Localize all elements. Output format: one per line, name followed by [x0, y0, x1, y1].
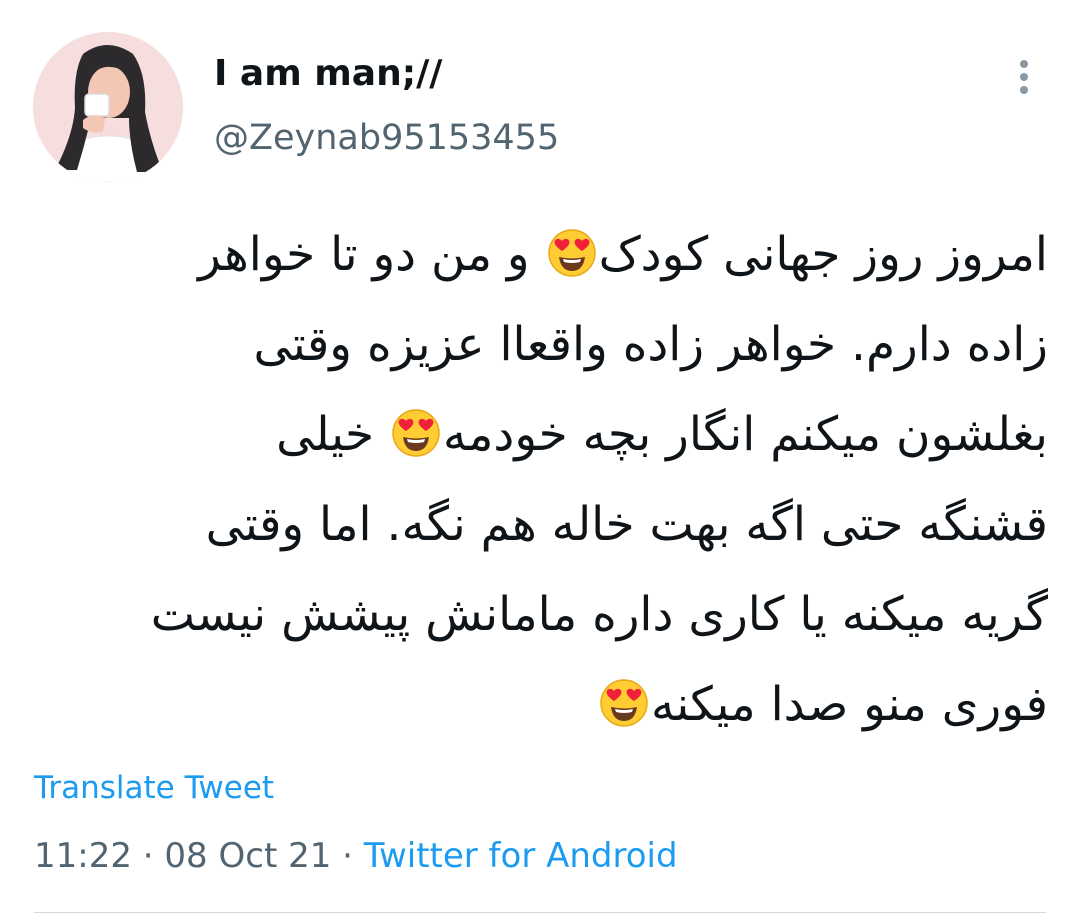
more-vertical-icon	[1020, 60, 1028, 68]
tweet-text-run: خیلی	[276, 407, 390, 462]
tweet-text: امروز روز جهانی کودک و من دو تا خواهر زاد…	[40, 210, 1048, 750]
tweet-text-line: زاده دارم. خواهر زاده واقعاا عزیزه وقتی	[40, 300, 1048, 390]
tweet-metadata: 11:22 · 08 Oct 21 · Twitter for Android	[34, 832, 678, 880]
tweet-time[interactable]: 11:22	[34, 836, 132, 876]
tweet-text-line: بغلشون میکنم انگار بچه خودمه خیلی	[40, 390, 1048, 480]
tweet-text-line: امروز روز جهانی کودک و من دو تا خواهر	[40, 210, 1048, 300]
tweet-text-run: فوری منو صدا میکنه	[650, 677, 1048, 732]
tweet-text-line: قشنگه حتی اگه بهت خاله هم نگه. اما وقتی	[40, 480, 1048, 570]
translate-tweet-link[interactable]: Translate Tweet	[34, 766, 274, 810]
tweet-date[interactable]: 08 Oct 21	[164, 836, 331, 876]
divider	[34, 912, 1046, 913]
heart-eyes-emoji-icon	[547, 218, 597, 277]
meta-separator: ·	[331, 836, 364, 876]
tweet-text-line: فوری منو صدا میکنه	[40, 660, 1048, 750]
avatar[interactable]	[33, 32, 183, 182]
tweet-text-run: امروز روز جهانی کودک	[598, 227, 1048, 282]
tweet-text-run: قشنگه حتی اگه بهت خاله هم نگه. اما وقتی	[205, 497, 1048, 552]
display-name[interactable]: I am man;//	[214, 50, 442, 98]
heart-eyes-emoji-icon	[599, 668, 649, 727]
heart-eyes-emoji-icon	[391, 398, 441, 457]
tweet-text-line: گریه میکنه یا کاری داره مامانش پیشش نیست	[40, 570, 1048, 660]
tweet-text-run: و من دو تا خواهر	[198, 227, 545, 282]
more-options-button[interactable]	[1004, 56, 1044, 98]
tweet-source-link[interactable]: Twitter for Android	[364, 836, 678, 876]
tweet-text-run: بغلشون میکنم انگار بچه خودمه	[443, 407, 1048, 462]
tweet-text-run: گریه میکنه یا کاری داره مامانش پیشش نیست	[150, 587, 1048, 642]
meta-separator: ·	[131, 836, 165, 876]
tweet-text-run: زاده دارم. خواهر زاده واقعاا عزیزه وقتی	[253, 317, 1048, 372]
username-handle[interactable]: @Zeynab95153455	[214, 114, 559, 162]
avatar-illustration	[33, 32, 183, 182]
